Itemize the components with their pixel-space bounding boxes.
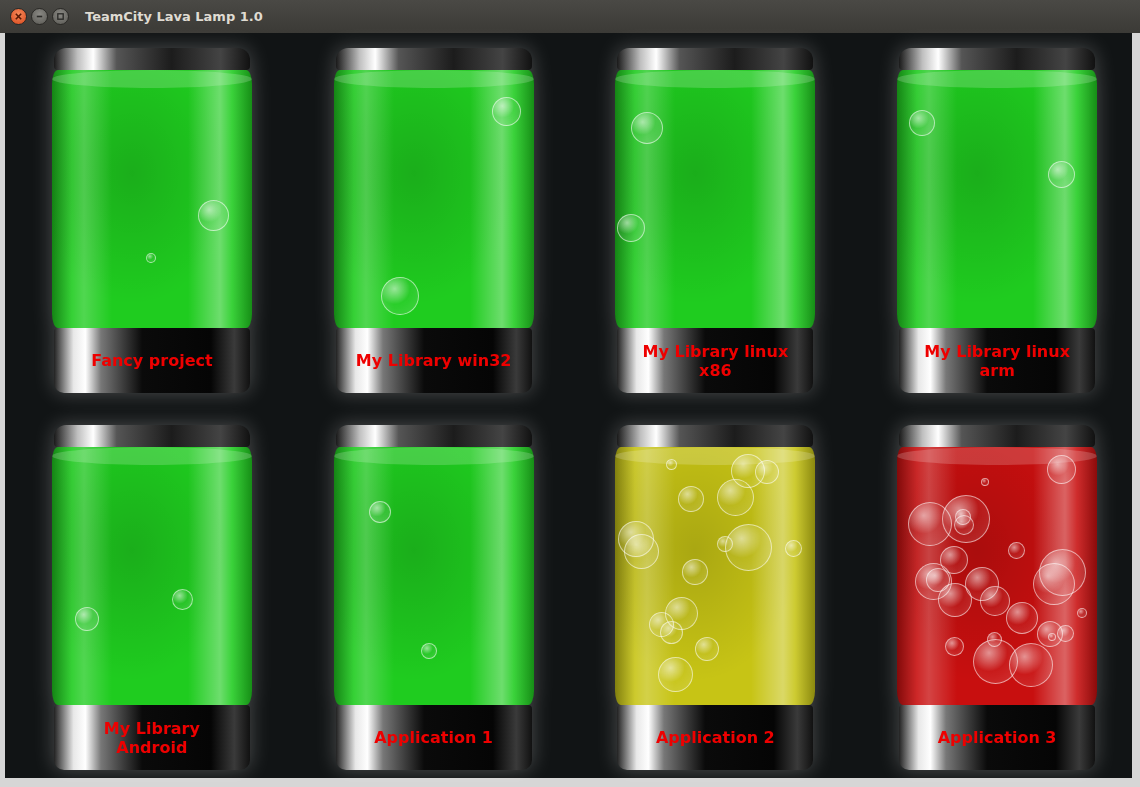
lamp-label: Application 1 <box>374 728 493 747</box>
lamp-cell: Application 2 <box>569 425 851 770</box>
maximize-icon[interactable] <box>52 8 69 25</box>
lava-lamp[interactable]: Application 3 <box>897 425 1097 770</box>
app-window: TeamCity Lava Lamp 1.0 Fancy project My L… <box>0 0 1140 787</box>
lava-lamp[interactable]: My Library linux arm <box>897 48 1097 393</box>
bubble-icon <box>1008 542 1025 559</box>
bubble-icon <box>942 495 990 543</box>
lamp-base: My Library linux x86 <box>617 328 813 393</box>
lamp-glass <box>897 70 1097 328</box>
bubble-icon <box>198 200 229 231</box>
lamp-cell: Application 3 <box>850 425 1132 770</box>
lamp-glass <box>897 447 1097 705</box>
bubble-icon <box>725 524 772 571</box>
lamp-grid: Fancy project My Library win32 My Library … <box>5 48 1132 770</box>
bubble-icon <box>617 214 645 242</box>
lamp-cap <box>336 48 532 70</box>
bubble-icon <box>381 277 419 315</box>
bubble-icon <box>146 253 156 263</box>
lamp-cell: My Library linux arm <box>850 48 1132 393</box>
lamp-label: Application 3 <box>938 728 1057 747</box>
window-title: TeamCity Lava Lamp 1.0 <box>85 7 263 27</box>
lava-lamp[interactable]: Fancy project <box>52 48 252 393</box>
bubble-icon <box>973 639 1018 684</box>
lamp-glass <box>615 447 815 705</box>
lamp-label: My Library win32 <box>356 351 512 370</box>
lamp-cap <box>617 48 813 70</box>
lamp-cell: My Library Android <box>5 425 287 770</box>
lamp-cap <box>336 425 532 447</box>
bubble-icon <box>909 110 935 136</box>
lamp-base: Application 3 <box>899 705 1095 770</box>
bubble-icon <box>926 568 950 592</box>
lamp-cell: Fancy project <box>5 48 287 393</box>
lamp-label: My Library linux x86 <box>633 342 797 380</box>
bubble-icon <box>658 657 693 692</box>
lamp-base: My Library linux arm <box>899 328 1095 393</box>
bubble-icon <box>172 589 193 610</box>
lamp-base: Fancy project <box>54 328 250 393</box>
bubble-icon <box>631 112 663 144</box>
lamp-glass <box>334 70 534 328</box>
lava-lamp[interactable]: Application 2 <box>615 425 815 770</box>
title-bar: TeamCity Lava Lamp 1.0 <box>0 0 1140 33</box>
lamp-base: Application 2 <box>617 705 813 770</box>
lava-lamp[interactable]: My Library Android <box>52 425 252 770</box>
bubble-icon <box>666 459 677 470</box>
bubble-icon <box>785 540 802 557</box>
bubble-icon <box>1048 161 1075 188</box>
lamp-base: My Library Android <box>54 705 250 770</box>
bubble-icon <box>1077 608 1087 618</box>
lamp-cap <box>54 425 250 447</box>
lava-lamp[interactable]: My Library win32 <box>334 48 534 393</box>
lamp-cell: Application 1 <box>287 425 569 770</box>
bubble-icon <box>492 97 521 126</box>
bubble-icon <box>1047 455 1076 484</box>
close-icon[interactable] <box>10 8 27 25</box>
bubble-icon <box>981 478 989 486</box>
bubble-icon <box>1057 625 1074 642</box>
lamp-label: My Library linux arm <box>915 342 1079 380</box>
lamp-cap <box>899 425 1095 447</box>
bubble-icon <box>678 486 704 512</box>
lamp-label: Application 2 <box>656 728 775 747</box>
lamp-label: Fancy project <box>91 351 212 370</box>
lamp-base: Application 1 <box>336 705 532 770</box>
lamp-glass <box>52 447 252 705</box>
lamp-board: Fancy project My Library win32 My Library … <box>5 33 1132 778</box>
lamp-cap <box>617 425 813 447</box>
lamp-cap <box>899 48 1095 70</box>
bubble-icon <box>682 559 708 585</box>
lamp-glass <box>334 447 534 705</box>
bubble-icon <box>695 637 719 661</box>
bubble-icon <box>945 637 964 656</box>
lamp-base: My Library win32 <box>336 328 532 393</box>
lava-lamp[interactable]: Application 1 <box>334 425 534 770</box>
lamp-cap <box>54 48 250 70</box>
bubble-icon <box>731 454 765 488</box>
bubble-icon <box>1033 563 1075 605</box>
lava-lamp[interactable]: My Library linux x86 <box>615 48 815 393</box>
minimize-icon[interactable] <box>31 8 48 25</box>
lamp-glass <box>615 70 815 328</box>
bubble-icon <box>75 607 99 631</box>
lamp-cell: My Library linux x86 <box>569 48 851 393</box>
lamp-glass <box>52 70 252 328</box>
lamp-label: My Library Android <box>70 719 234 757</box>
bubble-icon <box>1006 602 1038 634</box>
lamp-cell: My Library win32 <box>287 48 569 393</box>
bubble-icon <box>369 501 391 523</box>
bubble-icon <box>980 586 1010 616</box>
bubble-icon <box>421 643 437 659</box>
